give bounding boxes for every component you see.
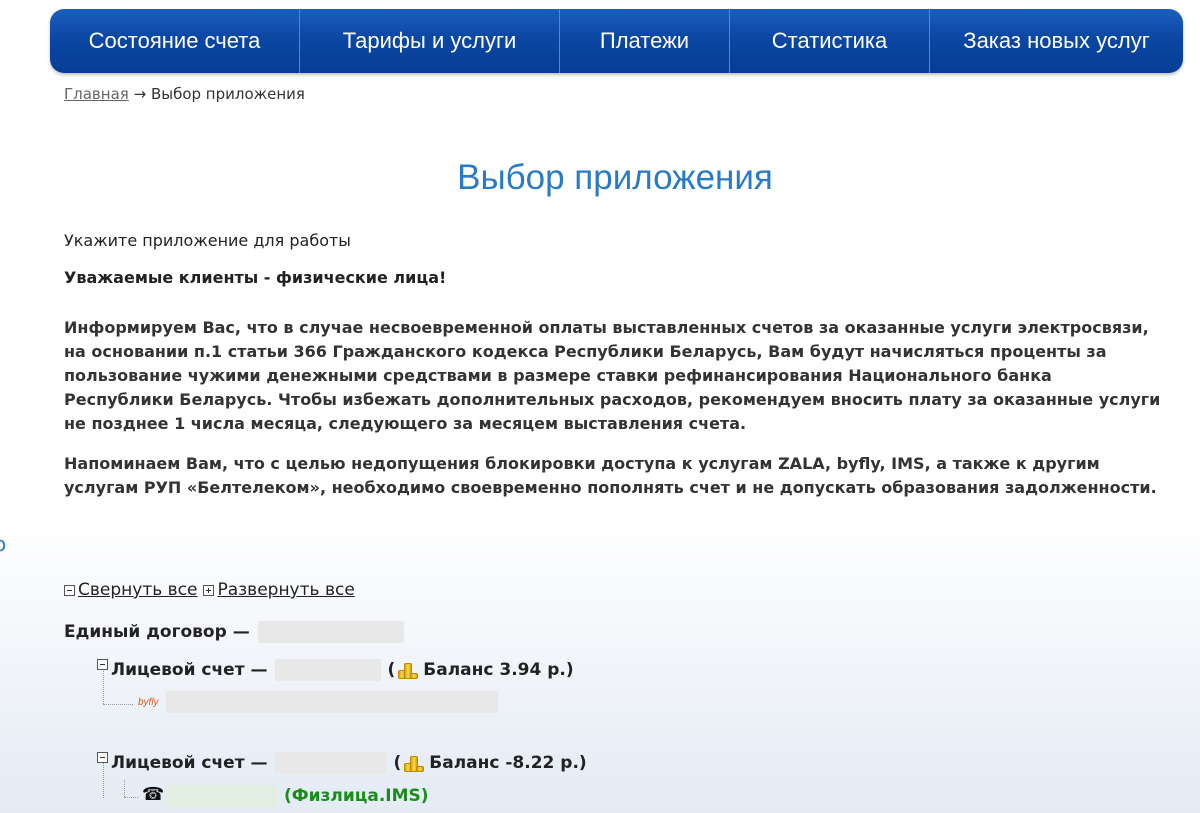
edge-glyph: o xyxy=(0,532,7,556)
expand-all-link[interactable]: Развернуть все xyxy=(217,580,354,600)
breadcrumb-separator: → xyxy=(133,85,147,103)
redacted-phone-number[interactable] xyxy=(166,785,278,807)
collapse-all-link[interactable]: Свернуть все xyxy=(78,580,197,600)
account-balance: Баланс 3.94 р.) xyxy=(423,660,574,680)
collapse-icon[interactable] xyxy=(64,584,75,596)
notice-paragraph-blocking: Напоминаем Вам, что с целью недопущения … xyxy=(64,454,1157,497)
account-row: Лицевой счет — ( Баланс 3.94 р.) xyxy=(97,658,574,681)
service-row[interactable] xyxy=(166,691,498,713)
redacted-service-login[interactable] xyxy=(166,691,498,713)
redacted-account-number xyxy=(275,752,388,774)
contract-label: Единый договор — xyxy=(64,622,250,642)
account-label: Лицевой счет — xyxy=(111,753,268,773)
collapse-node-icon[interactable] xyxy=(97,751,108,763)
account-balance: Баланс -8.22 р.) xyxy=(429,753,587,773)
collapse-node-icon[interactable] xyxy=(97,658,108,670)
breadcrumb-home-link[interactable]: Главная xyxy=(64,85,129,103)
coins-icon[interactable] xyxy=(397,661,419,679)
page-subtitle: Укажите приложение для работы xyxy=(64,231,351,250)
nav-payments[interactable]: Платежи xyxy=(560,9,730,73)
coins-icon[interactable] xyxy=(403,754,425,772)
tree-line xyxy=(124,780,125,797)
greeting-heading: Уважаемые клиенты - физические лица! xyxy=(64,268,447,287)
phone-icon: ☎ xyxy=(142,784,165,805)
nav-order-services[interactable]: Заказ новых услуг xyxy=(930,9,1183,73)
service-label: (Физлица.IMS) xyxy=(284,786,429,806)
nav-account-status[interactable]: Состояние счета xyxy=(50,9,300,73)
main-nav: Состояние счета Тарифы и услуги Платежи … xyxy=(50,9,1183,73)
redacted-contract-number xyxy=(257,621,404,643)
page-title: Выбор приложения xyxy=(457,158,773,197)
account-label: Лицевой счет — xyxy=(111,660,268,680)
service-row[interactable]: (Физлица.IMS) xyxy=(166,785,429,807)
nav-tariffs-services[interactable]: Тарифы и услуги xyxy=(300,9,560,73)
tree-line xyxy=(103,704,133,705)
balance-open-paren: ( xyxy=(387,660,396,680)
notice-paragraph-interest: Информируем Вас, что в случае несвоеврем… xyxy=(64,318,1161,433)
tree-controls: Свернуть все Развернуть все xyxy=(64,580,361,600)
expand-icon[interactable] xyxy=(203,584,215,596)
breadcrumb: Главная → Выбор приложения xyxy=(64,85,305,103)
redacted-account-number xyxy=(275,659,382,681)
nav-statistics[interactable]: Статистика xyxy=(730,9,930,73)
byfly-icon: byfly xyxy=(138,697,159,708)
account-row: Лицевой счет — ( Баланс -8.22 р.) xyxy=(97,751,587,774)
tree-line xyxy=(124,797,138,798)
balance-open-paren: ( xyxy=(393,753,402,773)
breadcrumb-current: Выбор приложения xyxy=(150,85,305,103)
contract-row: Единый договор — xyxy=(64,621,404,643)
